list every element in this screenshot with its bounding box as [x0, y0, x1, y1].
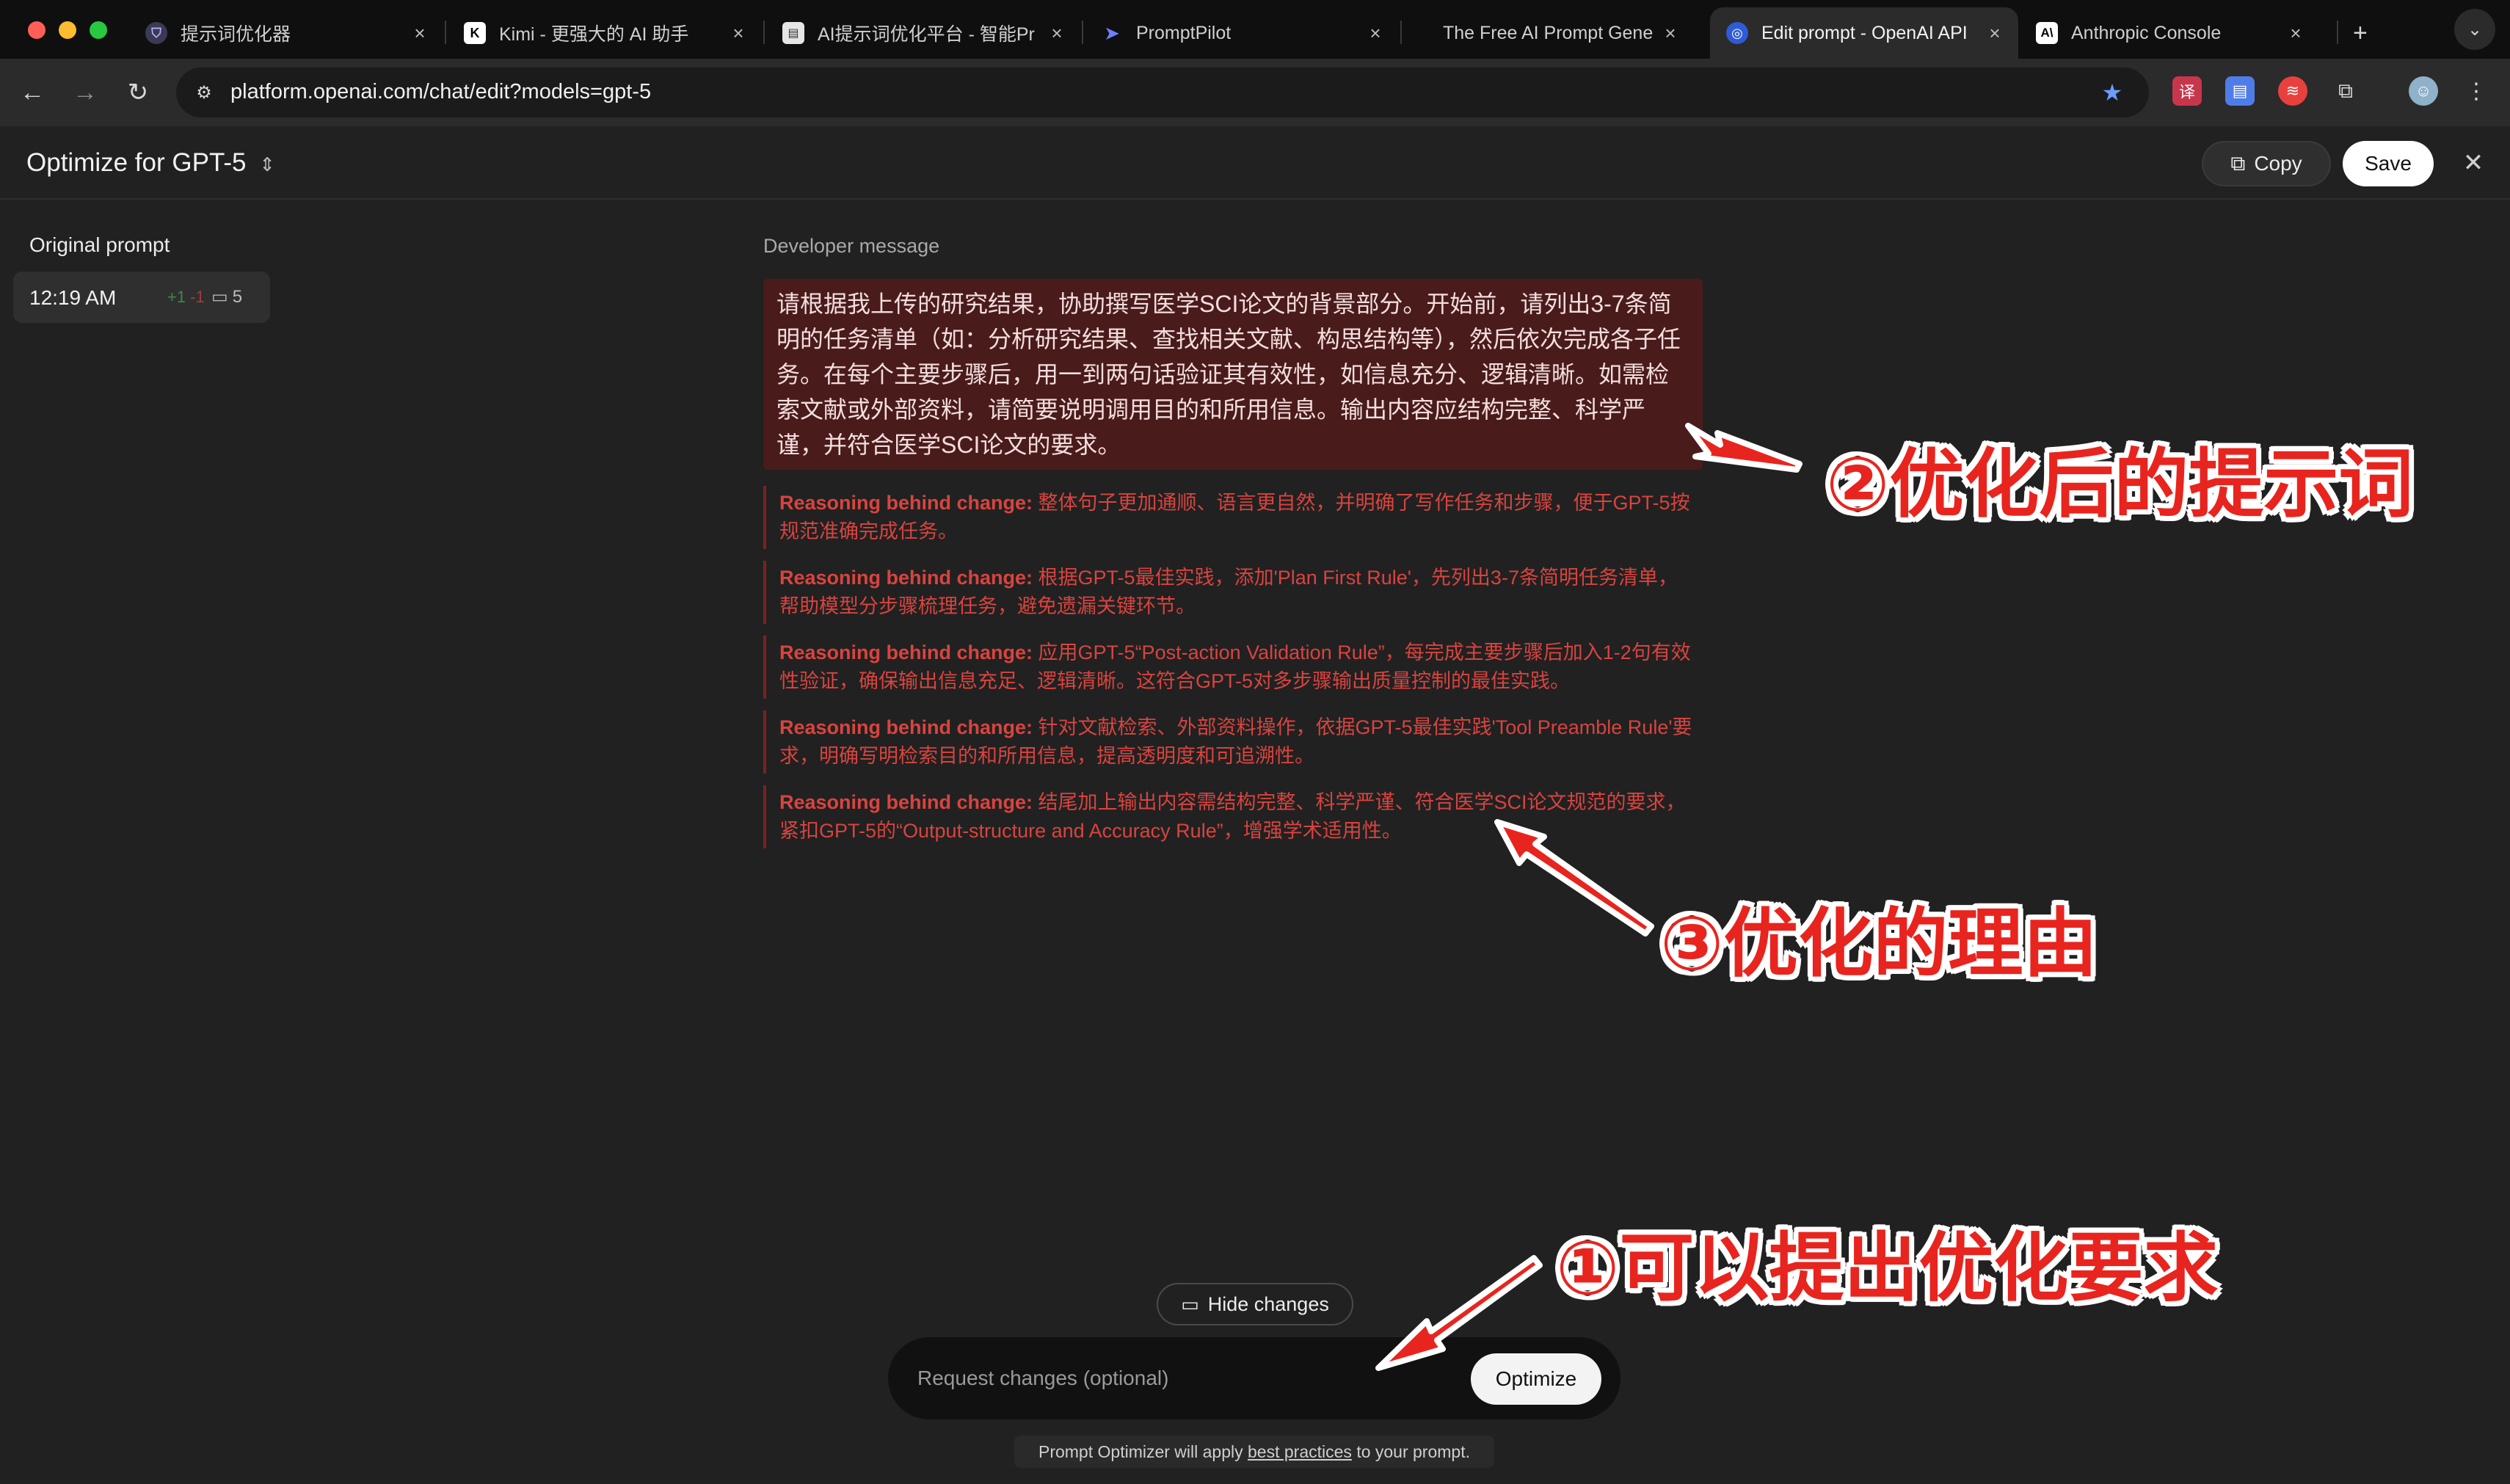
version-item[interactable]: 12:19 AM +1 -1 ▭ 5 — [13, 272, 270, 323]
page-title: Optimize for GPT-5 — [26, 148, 247, 177]
diff-added: +1 — [167, 288, 186, 306]
version-diff: +1 -1 — [167, 288, 205, 307]
translate-extension-icon[interactable]: 译 — [2172, 76, 2202, 106]
reasoning-item: Reasoning behind change: 整体句子更加通顺、语言更自然，… — [763, 486, 1695, 549]
browser-toolbar: ← → ↻ ⚙ platform.openai.com/chat/edit?mo… — [0, 59, 2510, 126]
url-text[interactable]: platform.openai.com/chat/edit?models=gpt… — [230, 80, 651, 104]
browser-tab[interactable]: The Free AI Prompt Gene × — [1403, 7, 1694, 59]
best-practices-link[interactable]: best practices — [1248, 1442, 1352, 1462]
browser-tab[interactable]: ▤ AI提示词优化平台 - 智能Pr × — [766, 7, 1080, 59]
copy-icon: ⧉ — [2230, 151, 2246, 175]
close-tab-icon[interactable]: × — [1986, 22, 2004, 45]
anthropic-icon: A\ — [2036, 22, 2058, 44]
chevron-updown-icon: ⇕ — [259, 153, 276, 175]
model-selector[interactable]: Optimize for GPT-5 ⇕ — [26, 148, 275, 178]
arrow-to-prompt — [1685, 423, 1803, 473]
reasoning-item: Reasoning behind change: 结尾加上输出内容需结构完整、科… — [763, 785, 1695, 848]
puzzle-extensions-icon[interactable]: ⧉ — [2331, 76, 2360, 106]
app-header: Optimize for GPT-5 ⇕ ⧉ Copy Save ✕ — [0, 126, 2510, 200]
close-icon[interactable]: ✕ — [2457, 147, 2489, 179]
tab-divider — [445, 21, 446, 44]
optimizer-footnote: Prompt Optimizer will apply best practic… — [1014, 1436, 1494, 1468]
close-tab-icon[interactable]: × — [411, 22, 429, 45]
profile-avatar[interactable]: ☺ — [2409, 76, 2438, 106]
annotation-label-3: ③优化的理由 — [1660, 901, 2098, 988]
developer-message-label: Developer message — [763, 235, 940, 257]
document-extension-icon[interactable]: ▤ — [2225, 76, 2255, 106]
annotation-label-1: ①可以提出优化要求 — [1556, 1225, 2219, 1312]
optimize-button[interactable]: Optimize — [1471, 1353, 1601, 1405]
reasoning-item: Reasoning behind change: 应用GPT-5“Post-ac… — [763, 636, 1695, 699]
stripes-extension-icon[interactable]: ≋ — [2278, 76, 2307, 106]
request-changes-input[interactable] — [917, 1359, 1431, 1397]
diff-removed: -1 — [190, 288, 205, 306]
browser-tab-strip: ⛉ 提示词优化器 × K Kimi - 更强大的 AI 助手 × ▤ AI提示词… — [0, 0, 2510, 59]
document-icon: ▤ — [782, 22, 804, 44]
blank-icon — [1419, 22, 1430, 44]
kimi-k-icon: K — [464, 22, 486, 44]
hide-changes-button[interactable]: ▭ Hide changes — [1157, 1283, 1353, 1325]
reasoning-item: Reasoning behind change: 根据GPT-5最佳实践，添加'… — [763, 561, 1695, 624]
window-close-button[interactable] — [28, 21, 46, 39]
reasoning-list: Reasoning behind change: 整体句子更加通顺、语言更自然，… — [763, 486, 1695, 860]
annotation-label-2: ②优化后的提示词 — [1826, 441, 2414, 528]
version-time: 12:19 AM — [29, 286, 117, 309]
browser-tab[interactable]: K Kimi - 更强大的 AI 助手 × — [448, 7, 762, 59]
tab-divider — [763, 21, 765, 44]
browser-tab[interactable]: ➤ PromptPilot × — [1085, 7, 1399, 59]
optimized-prompt-text[interactable]: 请根据我上传的研究结果，协助撰写医学SCI论文的背景部分。开始前，请列出3-7条… — [763, 279, 1703, 470]
new-tab-button[interactable]: + — [2346, 7, 2390, 59]
close-tab-icon[interactable]: × — [1662, 22, 1679, 45]
tab-divider — [1082, 21, 1083, 44]
sidebar-heading: Original prompt — [29, 233, 170, 256]
comment-count: ▭ 5 — [211, 286, 243, 308]
tab-search-icon[interactable]: ⌄ — [2454, 9, 2495, 50]
address-bar[interactable]: ⚙ platform.openai.com/chat/edit?models=g… — [176, 68, 2149, 117]
close-tab-icon[interactable]: × — [1367, 22, 1384, 45]
screen: { "browser": { "tabs": [ {"title": "提示词优… — [0, 0, 2510, 1484]
shield-icon: ⛉ — [145, 22, 167, 44]
browser-tab-active[interactable]: ◎ Edit prompt - OpenAI API × — [1710, 7, 2018, 59]
tab-divider — [1400, 21, 1402, 44]
site-settings-icon[interactable]: ⚙ — [185, 73, 223, 112]
close-tab-icon[interactable]: × — [730, 22, 747, 45]
reload-icon[interactable]: ↻ — [119, 73, 157, 112]
window-minimize-button[interactable] — [59, 21, 76, 39]
browser-tab[interactable]: A\ Anthropic Console × — [2020, 7, 2319, 59]
browser-tab[interactable]: ⛉ 提示词优化器 × — [129, 7, 443, 59]
close-tab-icon[interactable]: × — [2287, 22, 2305, 45]
close-tab-icon[interactable]: × — [1048, 22, 1066, 45]
request-changes-bar: Optimize — [888, 1337, 1620, 1419]
openai-icon: ◎ — [1726, 22, 1748, 44]
forward-arrow-icon[interactable]: → — [66, 73, 104, 112]
save-button[interactable]: Save — [2343, 141, 2434, 186]
window-zoom-button[interactable] — [90, 21, 107, 39]
reasoning-item: Reasoning behind change: 针对文献检索、外部资料操作，依… — [763, 710, 1695, 774]
copy-button[interactable]: ⧉ Copy — [2202, 141, 2331, 186]
comment-icon: ▭ — [211, 287, 228, 307]
paper-plane-icon: ➤ — [1104, 21, 1120, 44]
comment-icon: ▭ — [1181, 1292, 1199, 1315]
back-arrow-icon[interactable]: ← — [13, 73, 51, 112]
tab-divider — [2337, 21, 2338, 44]
browser-menu-icon[interactable]: ⋮ — [2462, 76, 2491, 106]
bookmark-star-icon[interactable]: ★ — [2093, 73, 2131, 112]
